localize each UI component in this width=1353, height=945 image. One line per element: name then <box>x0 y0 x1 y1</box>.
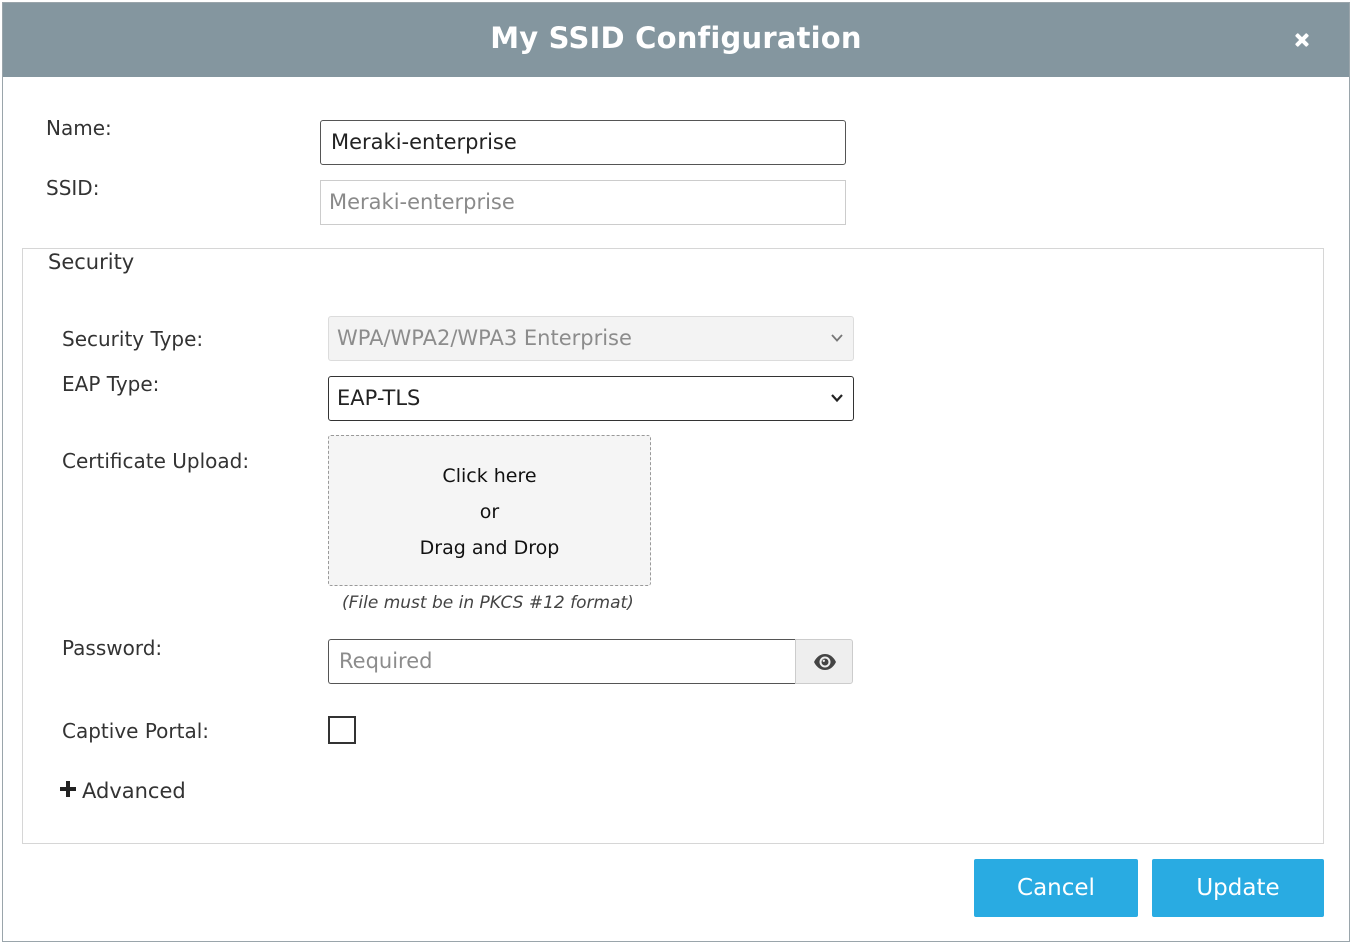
dropzone-line-drag: Drag and Drop <box>419 537 560 559</box>
eap-type-select[interactable]: EAP-TLS <box>328 376 854 421</box>
certificate-dropzone[interactable]: Click here or Drag and Drop <box>328 435 651 586</box>
update-button[interactable]: Update <box>1152 859 1324 917</box>
name-input[interactable]: Meraki-enterprise <box>320 120 846 165</box>
eye-icon <box>814 654 836 670</box>
eap-type-label: EAP Type: <box>62 372 160 396</box>
dropzone-text: Click here or Drag and Drop <box>329 458 650 566</box>
ssid-label: SSID: <box>46 176 100 200</box>
eap-type-value: EAP-TLS <box>337 386 421 410</box>
chevron-down-icon <box>831 334 843 342</box>
advanced-toggle[interactable]: Advanced <box>60 779 186 803</box>
plus-icon <box>60 781 76 797</box>
cancel-button[interactable]: Cancel <box>974 859 1138 917</box>
dialog-header: My SSID Configuration <box>3 3 1349 77</box>
certificate-upload-label: Certificate Upload: <box>62 449 250 473</box>
dialog-title: My SSID Configuration <box>490 21 862 55</box>
password-label: Password: <box>62 636 163 660</box>
advanced-label: Advanced <box>82 779 186 803</box>
captive-portal-label: Captive Portal: <box>62 719 210 743</box>
security-type-value: WPA/WPA2/WPA3 Enterprise <box>337 326 632 350</box>
password-input[interactable]: Required <box>328 639 796 684</box>
close-icon[interactable] <box>1291 29 1313 51</box>
chevron-down-icon <box>831 394 843 403</box>
security-legend: Security <box>44 250 139 274</box>
dropzone-line-or: or <box>479 501 500 523</box>
dropzone-line-click: Click here <box>442 465 537 487</box>
ssid-input: Meraki-enterprise <box>320 180 846 225</box>
security-type-select: WPA/WPA2/WPA3 Enterprise <box>328 316 854 361</box>
certificate-format-hint: (File must be in PKCS #12 format) <box>342 593 634 613</box>
captive-portal-checkbox[interactable] <box>328 716 356 744</box>
name-label: Name: <box>46 116 112 140</box>
password-visibility-toggle[interactable] <box>795 639 853 684</box>
security-type-label: Security Type: <box>62 327 204 351</box>
